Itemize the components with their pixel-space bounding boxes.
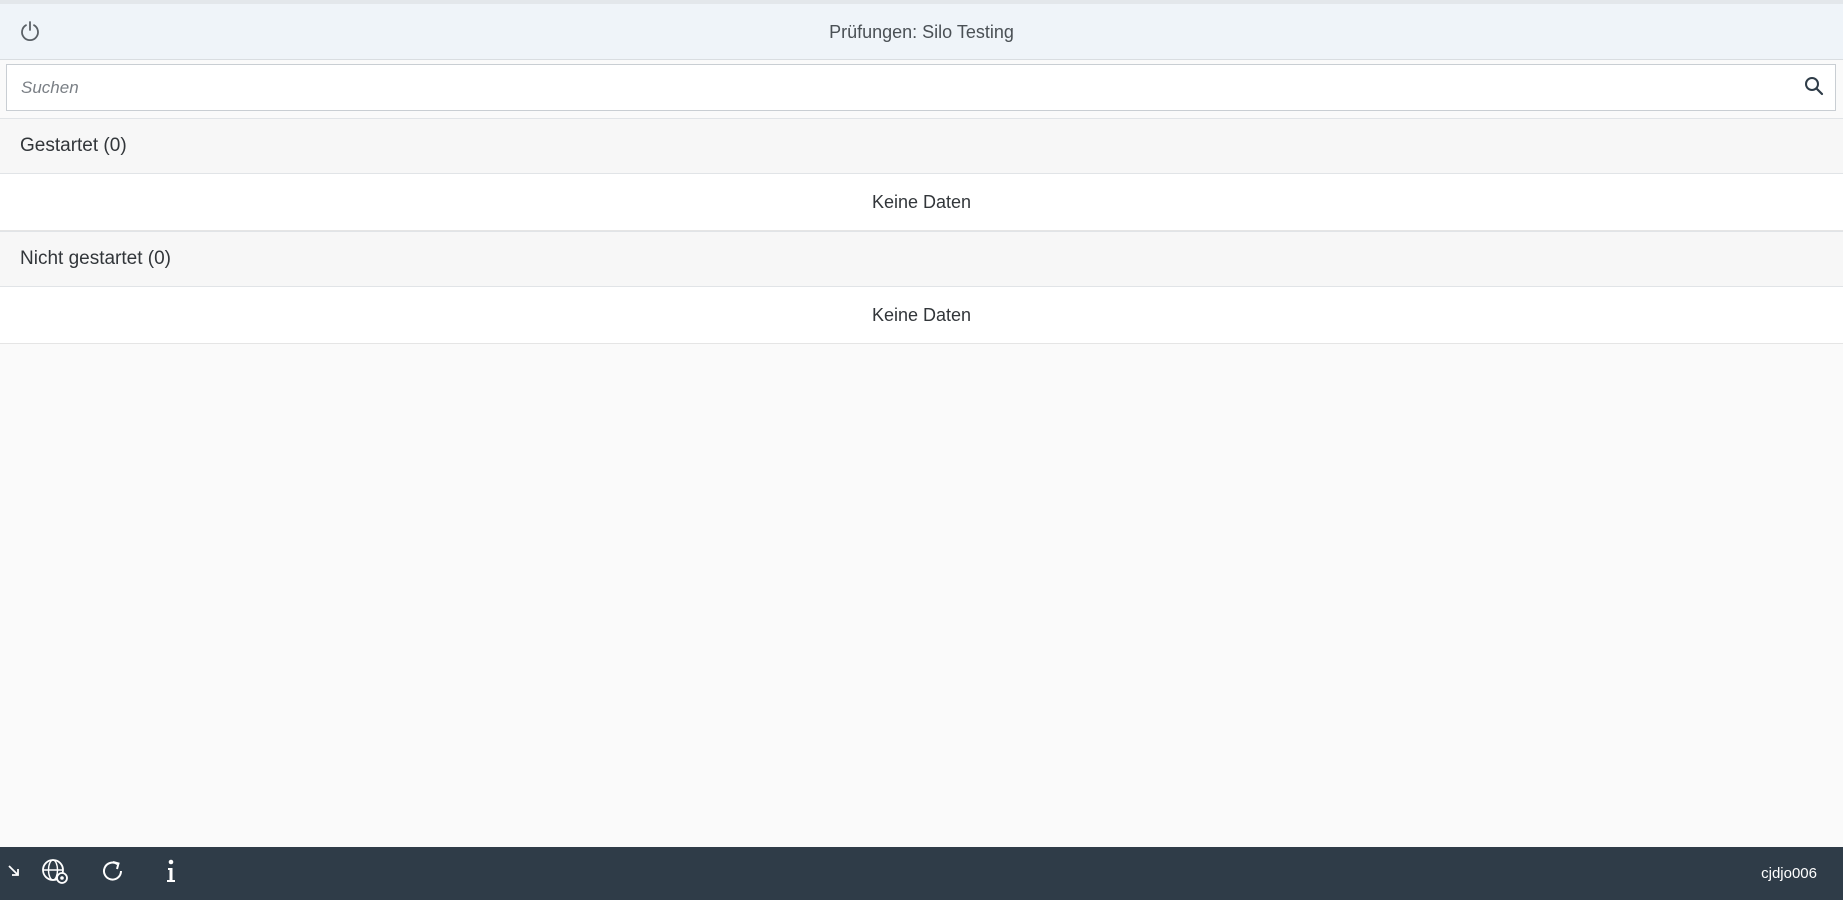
info-button[interactable] [160, 857, 182, 889]
group-header-started: Gestartet (0) [0, 118, 1843, 174]
no-data-row: Keine Daten [0, 174, 1843, 231]
refresh-icon [100, 858, 126, 889]
search-button[interactable] [1799, 73, 1829, 103]
search-icon [1804, 76, 1824, 101]
app-header: Prüfungen: Silo Testing [0, 0, 1843, 60]
footer-toolbar: cjdjo006 [0, 847, 1843, 900]
expand-arrow-icon [6, 863, 22, 884]
search-bar [6, 64, 1836, 111]
info-icon [164, 858, 178, 889]
expand-button[interactable] [4, 857, 24, 889]
user-id: cjdjo006 [1761, 865, 1817, 882]
refresh-button[interactable] [98, 857, 128, 889]
page-title: Prüfungen: Silo Testing [829, 22, 1014, 42]
app-root: Prüfungen: Silo Testing Gestartet (0) Ke… [0, 0, 1843, 900]
settings-button[interactable] [38, 857, 72, 889]
no-data-row: Keine Daten [0, 287, 1843, 344]
globe-settings-icon [40, 856, 70, 891]
search-input[interactable] [7, 65, 1787, 110]
group-header-not-started: Nicht gestartet (0) [0, 231, 1843, 287]
